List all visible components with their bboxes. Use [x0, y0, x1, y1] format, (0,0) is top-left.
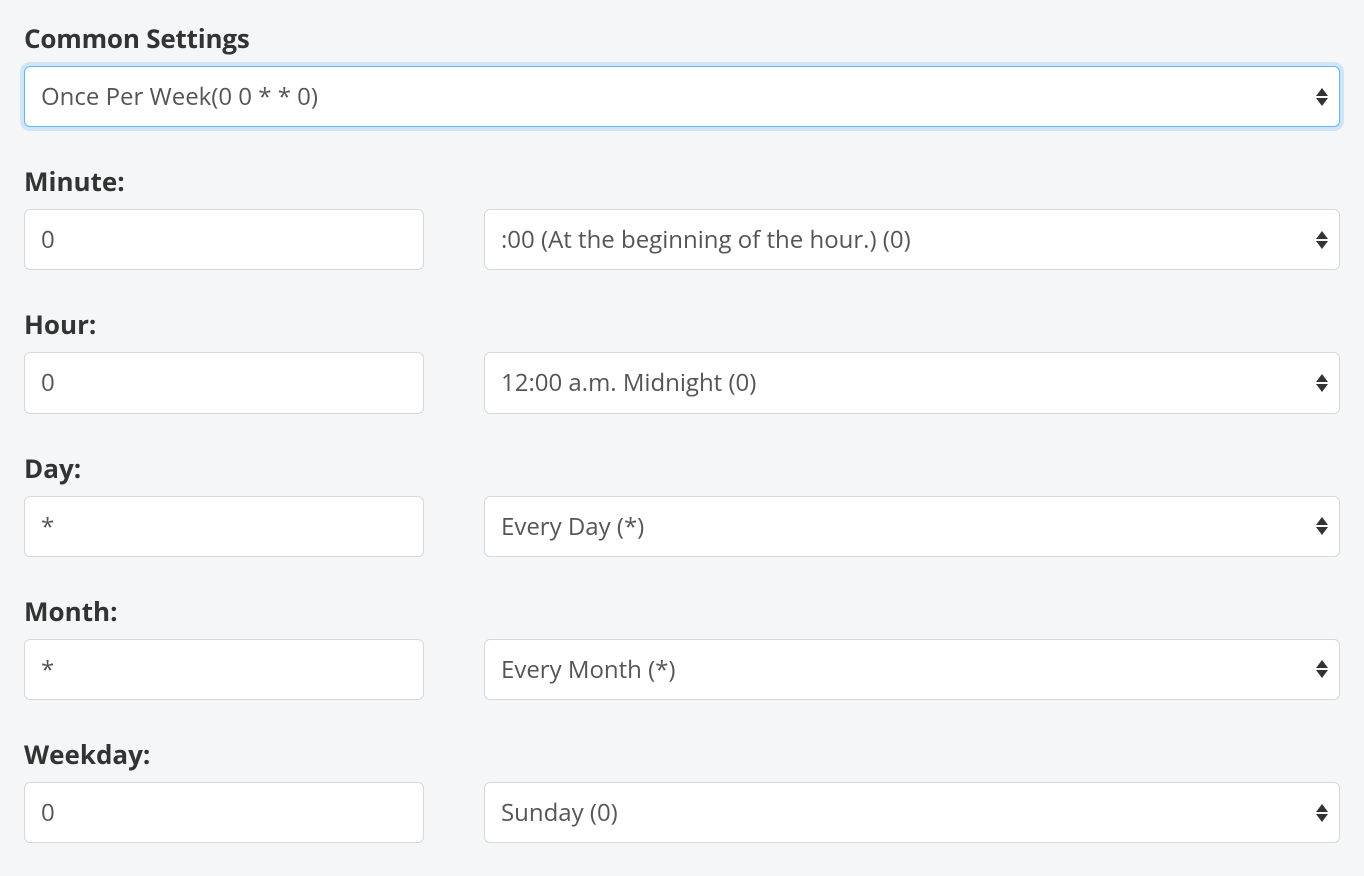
hour-input[interactable]: [24, 352, 424, 413]
minute-select[interactable]: :00 (At the beginning of the hour.) (0): [484, 209, 1340, 270]
hour-select[interactable]: 12:00 a.m. Midnight (0): [484, 352, 1340, 413]
day-input[interactable]: [24, 496, 424, 557]
weekday-select[interactable]: Sunday (0): [484, 782, 1340, 843]
minute-input[interactable]: [24, 209, 424, 270]
month-input[interactable]: [24, 639, 424, 700]
common-settings-select[interactable]: Once Per Week(0 0 * * 0): [24, 66, 1340, 127]
day-select-wrap: Every Day (*): [484, 496, 1340, 557]
minute-select-wrap: :00 (At the beginning of the hour.) (0): [484, 209, 1340, 270]
common-settings-label: Common Settings: [24, 20, 1340, 56]
hour-label: Hour:: [24, 306, 1340, 342]
month-select[interactable]: Every Month (*): [484, 639, 1340, 700]
minute-label: Minute:: [24, 163, 1340, 199]
common-settings-select-wrap: Once Per Week(0 0 * * 0): [24, 66, 1340, 127]
month-select-wrap: Every Month (*): [484, 639, 1340, 700]
weekday-label: Weekday:: [24, 736, 1340, 772]
hour-select-wrap: 12:00 a.m. Midnight (0): [484, 352, 1340, 413]
day-label: Day:: [24, 450, 1340, 486]
weekday-select-wrap: Sunday (0): [484, 782, 1340, 843]
weekday-input[interactable]: [24, 782, 424, 843]
day-select[interactable]: Every Day (*): [484, 496, 1340, 557]
month-label: Month:: [24, 593, 1340, 629]
